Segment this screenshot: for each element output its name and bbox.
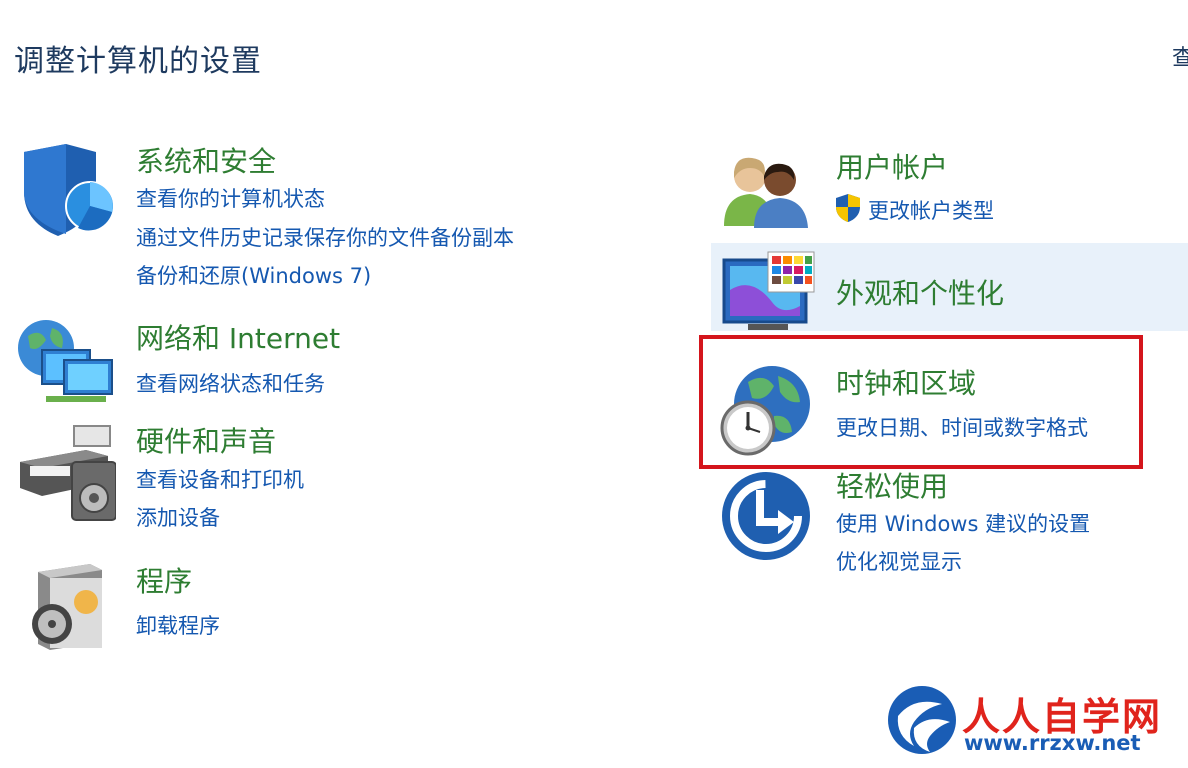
watermark-logo-icon bbox=[888, 686, 956, 754]
view-by-label[interactable]: 查 bbox=[1172, 40, 1188, 72]
appearance-title[interactable]: 外观和个性化 bbox=[836, 272, 1004, 312]
view-devices-printers-link[interactable]: 查看设备和打印机 bbox=[136, 464, 304, 494]
change-account-type-link[interactable]: 更改帐户类型 bbox=[868, 195, 994, 225]
hardware-sound-title[interactable]: 硬件和声音 bbox=[136, 420, 276, 460]
ease-of-access-icon bbox=[722, 472, 810, 560]
highlight-red-box bbox=[699, 335, 1143, 469]
view-network-status-link[interactable]: 查看网络状态和任务 bbox=[136, 368, 325, 398]
uac-shield-icon bbox=[836, 194, 860, 222]
network-internet-title[interactable]: 网络和 Internet bbox=[136, 317, 340, 357]
uninstall-program-link[interactable]: 卸载程序 bbox=[136, 610, 220, 640]
use-recommended-settings-link[interactable]: 使用 Windows 建议的设置 bbox=[836, 508, 1090, 538]
shield-icon bbox=[24, 144, 114, 236]
network-globe-icon bbox=[18, 320, 113, 402]
view-computer-status-link[interactable]: 查看你的计算机状态 bbox=[136, 183, 325, 213]
printer-icon bbox=[20, 425, 116, 521]
user-accounts-title[interactable]: 用户帐户 bbox=[836, 146, 948, 186]
system-security-title[interactable]: 系统和安全 bbox=[136, 140, 276, 180]
appearance-monitor-icon bbox=[722, 251, 815, 330]
watermark-url: www.rrzxw.net bbox=[964, 731, 1141, 755]
backup-restore-link[interactable]: 备份和还原(Windows 7) bbox=[136, 260, 371, 290]
file-history-link[interactable]: 通过文件历史记录保存你的文件备份副本 bbox=[136, 222, 514, 252]
users-icon bbox=[724, 157, 808, 228]
optimize-visual-display-link[interactable]: 优化视觉显示 bbox=[836, 546, 962, 576]
add-device-link[interactable]: 添加设备 bbox=[136, 502, 220, 532]
programs-icon bbox=[32, 564, 102, 650]
ease-of-access-title[interactable]: 轻松使用 bbox=[836, 465, 948, 505]
page-title: 调整计算机的设置 bbox=[14, 44, 262, 79]
programs-title[interactable]: 程序 bbox=[136, 560, 192, 600]
